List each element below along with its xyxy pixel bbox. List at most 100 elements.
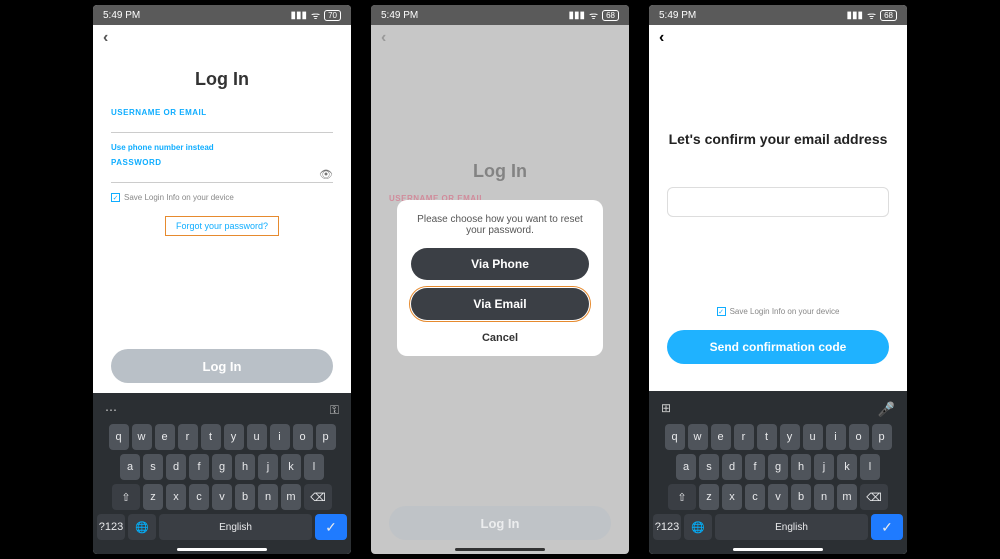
- use-phone-link[interactable]: Use phone number instead: [111, 143, 333, 152]
- backspace-key[interactable]: ⌫: [304, 484, 332, 510]
- key-h[interactable]: h: [235, 454, 255, 480]
- key-p[interactable]: p: [316, 424, 336, 450]
- key-a[interactable]: a: [120, 454, 140, 480]
- phone-3-confirm-email: 5:49 PM ▮▮▮ ᯤ 68 ‹ Let's confirm your em…: [649, 5, 907, 554]
- key-z[interactable]: z: [143, 484, 163, 510]
- key-n[interactable]: n: [814, 484, 834, 510]
- kbd-dots-icon[interactable]: ⋯: [105, 403, 117, 418]
- key-h[interactable]: h: [791, 454, 811, 480]
- key-q[interactable]: q: [109, 424, 129, 450]
- key-e[interactable]: e: [711, 424, 731, 450]
- num-key[interactable]: ?123: [97, 514, 125, 540]
- backspace-key[interactable]: ⌫: [860, 484, 888, 510]
- key-u[interactable]: u: [247, 424, 267, 450]
- keyboard[interactable]: ⋯ ⚿ qwertyuiop asdfghjkl ⇧zxcvbnm⌫ ?123 …: [93, 393, 351, 554]
- key-b[interactable]: b: [235, 484, 255, 510]
- key-z[interactable]: z: [699, 484, 719, 510]
- key-d[interactable]: d: [722, 454, 742, 480]
- key-i[interactable]: i: [270, 424, 290, 450]
- key-l[interactable]: l: [304, 454, 324, 480]
- key-o[interactable]: o: [293, 424, 313, 450]
- battery-level: 70: [324, 10, 341, 21]
- key-f[interactable]: f: [189, 454, 209, 480]
- key-r[interactable]: r: [734, 424, 754, 450]
- globe-key[interactable]: 🌐: [128, 514, 156, 540]
- eye-off-icon[interactable]: 👁: [319, 168, 333, 181]
- kbd-row-bottom: ?123 🌐 English ✓: [653, 514, 903, 540]
- key-j[interactable]: j: [258, 454, 278, 480]
- via-email-button[interactable]: Via Email: [411, 288, 589, 320]
- key-b[interactable]: b: [791, 484, 811, 510]
- kbd-row-2: asdfghjkl: [97, 454, 347, 480]
- key-a[interactable]: a: [676, 454, 696, 480]
- key-o[interactable]: o: [849, 424, 869, 450]
- kbd-row-3: ⇧zxcvbnm⌫: [653, 484, 903, 510]
- back-icon[interactable]: ‹: [103, 29, 108, 47]
- kbd-row-3: ⇧zxcvbnm⌫: [97, 484, 347, 510]
- back-icon[interactable]: ‹: [659, 29, 664, 47]
- cancel-button[interactable]: Cancel: [411, 328, 589, 348]
- email-input[interactable]: [667, 187, 889, 217]
- key-j[interactable]: j: [814, 454, 834, 480]
- key-m[interactable]: m: [281, 484, 301, 510]
- key-s[interactable]: s: [699, 454, 719, 480]
- home-indicator[interactable]: [733, 548, 823, 551]
- save-info-row[interactable]: ✓ Save Login Info on your device: [667, 307, 889, 316]
- key-y[interactable]: y: [224, 424, 244, 450]
- signal-icon: ▮▮▮: [846, 10, 863, 21]
- forgot-password-link[interactable]: Forgot your password?: [165, 216, 279, 236]
- key-x[interactable]: x: [722, 484, 742, 510]
- globe-key[interactable]: 🌐: [684, 514, 712, 540]
- key-l[interactable]: l: [860, 454, 880, 480]
- login-button[interactable]: Log In: [111, 349, 333, 383]
- key-e[interactable]: e: [155, 424, 175, 450]
- key-g[interactable]: g: [768, 454, 788, 480]
- keyboard[interactable]: ⊞ 🎤 qwertyuiop asdfghjkl ⇧zxcvbnm⌫ ?123 …: [649, 391, 907, 554]
- home-indicator[interactable]: [177, 548, 267, 551]
- kbd-row-1: qwertyuiop: [653, 424, 903, 450]
- kbd-grid-icon[interactable]: ⊞: [661, 401, 671, 418]
- key-k[interactable]: k: [837, 454, 857, 480]
- save-info-row[interactable]: ✓ Save Login Info on your device: [111, 193, 333, 202]
- password-input[interactable]: 👁: [111, 167, 333, 183]
- key-n[interactable]: n: [258, 484, 278, 510]
- phone-1-login: 5:49 PM ▮▮▮ ᯤ 70 ‹ Log In USERNAME OR EM…: [93, 5, 351, 554]
- key-f[interactable]: f: [745, 454, 765, 480]
- kbd-mic-icon[interactable]: 🎤: [878, 401, 895, 418]
- home-indicator[interactable]: [455, 548, 545, 551]
- kbd-key-icon[interactable]: ⚿: [330, 403, 339, 418]
- key-w[interactable]: w: [688, 424, 708, 450]
- key-v[interactable]: v: [768, 484, 788, 510]
- shift-key[interactable]: ⇧: [112, 484, 140, 510]
- key-t[interactable]: t: [757, 424, 777, 450]
- key-u[interactable]: u: [803, 424, 823, 450]
- key-c[interactable]: c: [745, 484, 765, 510]
- username-input[interactable]: [111, 117, 333, 133]
- num-key[interactable]: ?123: [653, 514, 681, 540]
- key-s[interactable]: s: [143, 454, 163, 480]
- key-r[interactable]: r: [178, 424, 198, 450]
- checkbox-icon[interactable]: ✓: [111, 193, 120, 202]
- key-w[interactable]: w: [132, 424, 152, 450]
- key-y[interactable]: y: [780, 424, 800, 450]
- key-v[interactable]: v: [212, 484, 232, 510]
- shift-key[interactable]: ⇧: [668, 484, 696, 510]
- key-p[interactable]: p: [872, 424, 892, 450]
- enter-key[interactable]: ✓: [315, 514, 347, 540]
- battery-level: 68: [602, 10, 619, 21]
- enter-key[interactable]: ✓: [871, 514, 903, 540]
- key-t[interactable]: t: [201, 424, 221, 450]
- via-phone-button[interactable]: Via Phone: [411, 248, 589, 280]
- key-g[interactable]: g: [212, 454, 232, 480]
- key-i[interactable]: i: [826, 424, 846, 450]
- send-code-button[interactable]: Send confirmation code: [667, 330, 889, 364]
- checkbox-icon[interactable]: ✓: [717, 307, 726, 316]
- space-key[interactable]: English: [715, 514, 868, 540]
- key-q[interactable]: q: [665, 424, 685, 450]
- key-k[interactable]: k: [281, 454, 301, 480]
- key-x[interactable]: x: [166, 484, 186, 510]
- key-c[interactable]: c: [189, 484, 209, 510]
- key-m[interactable]: m: [837, 484, 857, 510]
- space-key[interactable]: English: [159, 514, 312, 540]
- key-d[interactable]: d: [166, 454, 186, 480]
